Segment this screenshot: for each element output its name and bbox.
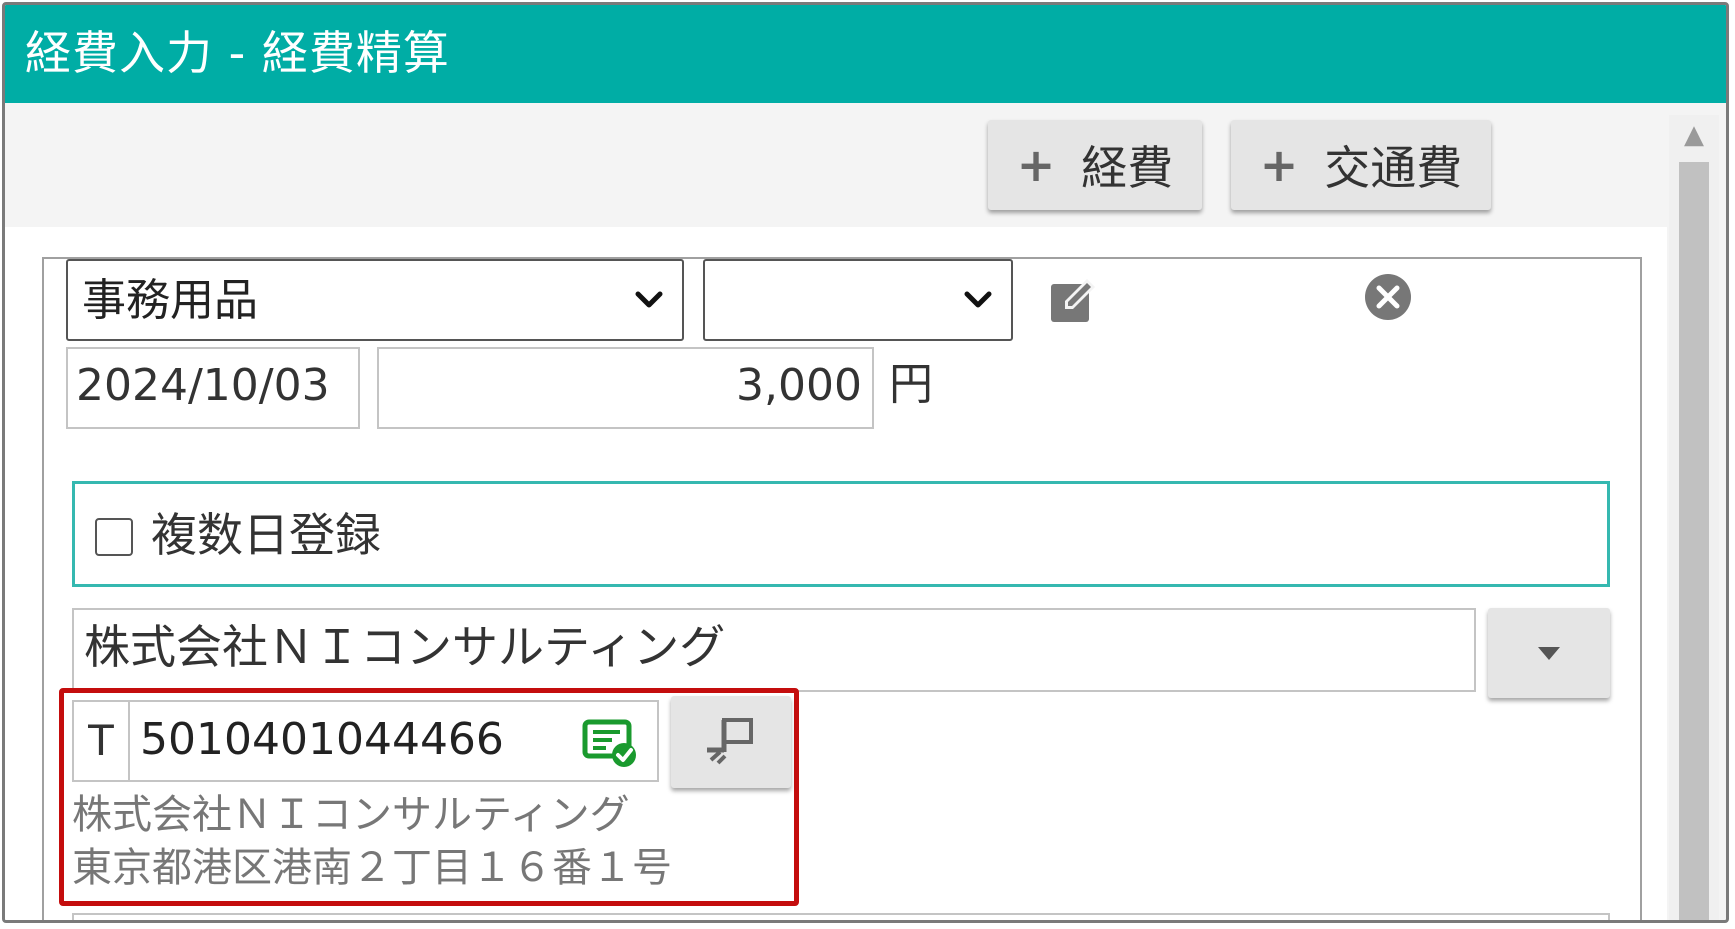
- chevron-down-icon: [964, 291, 992, 308]
- window-title: 経費入力 - 経費精算: [25, 26, 450, 80]
- vendor-input[interactable]: 株式会社ＮＩコンサルティング: [72, 608, 1476, 692]
- category-select[interactable]: 事務用品: [66, 259, 684, 341]
- currency-unit-label: 円: [889, 359, 933, 410]
- add-transport-button[interactable]: + 交通費: [1231, 120, 1491, 210]
- scroll-up-arrow-icon[interactable]: ▲: [1669, 115, 1719, 155]
- invoice-lookup-button[interactable]: [671, 696, 791, 788]
- amount-input[interactable]: 3,000: [377, 347, 874, 429]
- invoice-registration-input[interactable]: 5010401044466: [130, 700, 659, 782]
- scroll-thumb[interactable]: [1679, 162, 1709, 920]
- category-select-value: 事務用品: [82, 275, 258, 326]
- plus-icon: +: [1259, 138, 1299, 192]
- edit-icon[interactable]: [1048, 275, 1100, 327]
- close-circle-icon[interactable]: [1363, 272, 1413, 322]
- multi-day-label[interactable]: 複数日登録: [151, 504, 381, 566]
- next-field-partial[interactable]: [72, 913, 1610, 920]
- vendor-dropdown-button[interactable]: [1488, 608, 1610, 698]
- date-input[interactable]: 2024/10/03: [66, 347, 360, 429]
- add-expense-button[interactable]: + 経費: [988, 120, 1202, 210]
- invoice-company-name: 株式会社ＮＩコンサルティング: [72, 792, 630, 838]
- add-expense-label: 経費: [1081, 141, 1174, 195]
- title-bar: 経費入力 - 経費精算: [5, 5, 1726, 103]
- multi-day-checkbox[interactable]: [95, 518, 133, 556]
- chevron-down-icon: [635, 291, 663, 308]
- lookup-flag-icon: [707, 718, 753, 765]
- verified-icon: [582, 719, 636, 767]
- vertical-scrollbar[interactable]: ▲: [1669, 115, 1719, 920]
- invoice-company-address: 東京都港区港南２丁目１６番１号: [72, 845, 672, 891]
- plus-icon: +: [1016, 138, 1056, 192]
- subcategory-select[interactable]: [703, 259, 1013, 341]
- expense-entry-window: 経費入力 - 経費精算 + 経費 + 交通費 ▲ 事務用品 2024/10/03…: [2, 2, 1729, 923]
- multi-day-panel: 複数日登録: [72, 481, 1610, 587]
- invoice-prefix-label: T: [72, 700, 130, 782]
- caret-down-icon: [1538, 647, 1560, 660]
- add-transport-label: 交通費: [1324, 141, 1463, 195]
